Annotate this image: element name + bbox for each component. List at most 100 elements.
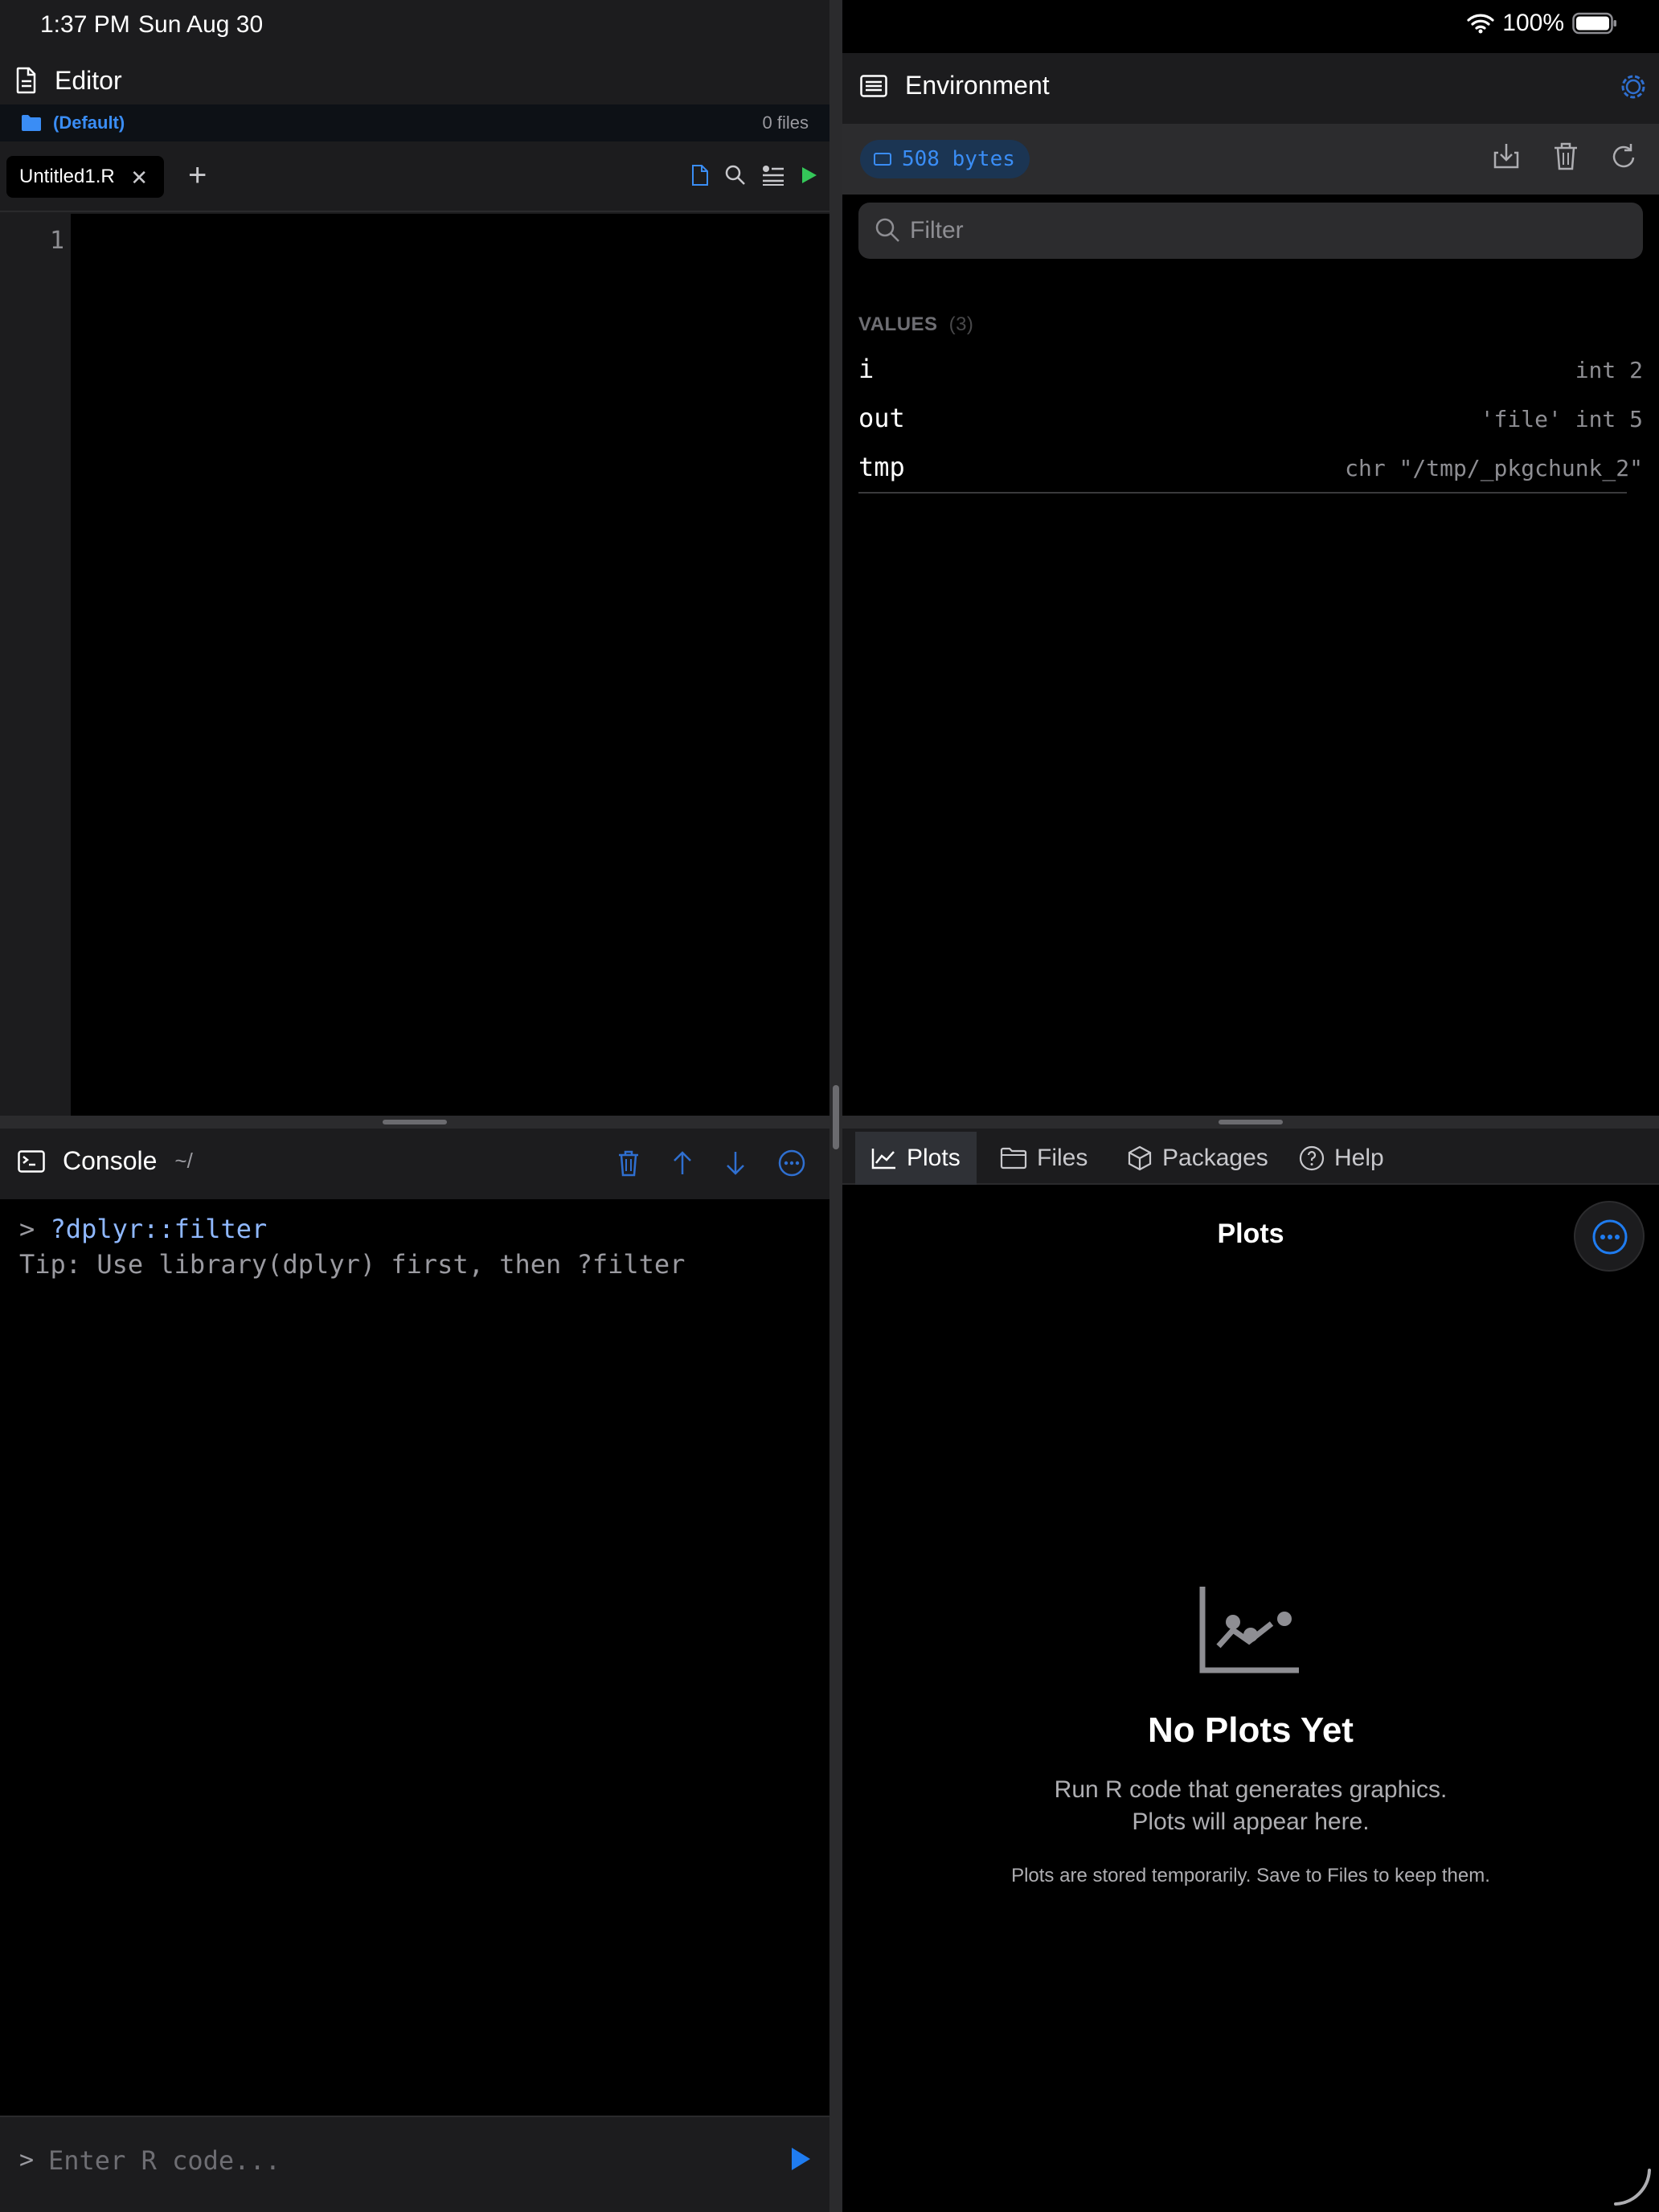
variable-value: chr "/tmp/_pkgchunk_2" — [1345, 455, 1643, 481]
editor-title: Editor — [55, 65, 122, 95]
empty-state-line-1: Run R code that generates graphics. — [1054, 1776, 1448, 1803]
variable-name: tmp — [858, 452, 905, 482]
close-icon[interactable]: ✕ — [130, 166, 148, 190]
r-code-input[interactable] — [19, 2138, 759, 2183]
console-title-group: Console ~/ — [18, 1146, 193, 1176]
status-bar: 1:37 PM Sun Aug 30 100% — [0, 0, 1659, 50]
variable-name: i — [858, 354, 875, 384]
split-grip[interactable] — [383, 1120, 447, 1124]
variable-value: int 2 — [1575, 357, 1643, 383]
search-icon — [875, 218, 899, 242]
outline-list-icon[interactable] — [762, 165, 784, 186]
project-name[interactable]: (Default) — [53, 113, 125, 133]
console-command: ?dplyr::filter — [50, 1214, 268, 1244]
status-date: Sun Aug 30 — [138, 11, 264, 38]
refresh-icon[interactable] — [1611, 141, 1638, 170]
empty-chart-icon — [1199, 1587, 1299, 1673]
battery-percent: 100% — [1502, 10, 1564, 36]
code-editor[interactable] — [71, 214, 830, 1116]
console-prompt: > — [19, 1214, 35, 1244]
trash-icon[interactable] — [617, 1149, 640, 1177]
console-path: ~/ — [174, 1149, 193, 1173]
editor-toolbar — [691, 164, 818, 186]
memory-chip-icon — [874, 153, 891, 166]
arrow-up-icon[interactable] — [672, 1150, 693, 1176]
environment-title-group: Environment — [860, 71, 1050, 100]
environment-header: Environment — [842, 53, 1659, 124]
console-title: Console — [63, 1146, 158, 1175]
split-grip[interactable] — [1219, 1120, 1283, 1124]
package-box-icon — [1128, 1145, 1152, 1171]
filter-input[interactable] — [910, 212, 1617, 249]
variable-row[interactable]: tmp chr "/tmp/_pkgchunk_2" — [858, 445, 1643, 494]
values-label: VALUES — [858, 313, 938, 335]
environment-plots-splitter[interactable] — [842, 1116, 1659, 1129]
gear-icon[interactable] — [1619, 72, 1648, 101]
variable-row[interactable]: i int 2 — [858, 347, 1643, 395]
console-input-bar: > — [0, 2116, 830, 2212]
tab-plots[interactable]: Plots — [855, 1132, 977, 1185]
environment-actions — [1492, 141, 1638, 170]
wifi-icon — [1467, 14, 1494, 34]
trash-icon[interactable] — [1553, 141, 1579, 170]
plots-title: Plots — [1217, 1219, 1284, 1249]
tab-plots-label: Plots — [907, 1145, 961, 1171]
empty-state-line-2: Plots will appear here. — [1132, 1809, 1370, 1835]
status-right: 100% — [1467, 10, 1617, 37]
values-count: (3) — [948, 313, 974, 335]
memory-badge: 508 bytes — [860, 140, 1030, 178]
editor-tabbar: Untitled1.R ✕ + — [0, 141, 830, 212]
console-output[interactable]: > ?dplyr::filter Tip: Use library(dplyr)… — [0, 1199, 830, 2116]
tab-packages-label: Packages — [1162, 1145, 1268, 1171]
values-section-header: VALUES (3) — [858, 313, 973, 336]
plots-more-button[interactable] — [1574, 1201, 1645, 1272]
more-options-icon — [1592, 1219, 1628, 1255]
tab-help[interactable]: Help — [1283, 1132, 1400, 1185]
console-toolbar — [617, 1149, 805, 1177]
tab-untitled1[interactable]: Untitled1.R ✕ — [6, 156, 164, 198]
send-play-icon[interactable] — [789, 2146, 812, 2172]
variable-row[interactable]: out 'file' int 5 — [858, 396, 1643, 444]
document-icon — [16, 67, 36, 94]
environment-title: Environment — [905, 71, 1050, 100]
folder-icon — [1000, 1147, 1027, 1169]
console-header: Console ~/ — [0, 1129, 830, 1199]
more-options-icon[interactable] — [778, 1149, 805, 1177]
column-divider[interactable] — [830, 0, 842, 2212]
editor-console-splitter[interactable] — [0, 1116, 830, 1129]
right-column: Environment 508 bytes Filter VALUES (3) … — [842, 0, 1659, 2212]
list-window-icon — [860, 74, 887, 97]
new-file-icon[interactable] — [691, 164, 709, 186]
tab-files-label: Files — [1037, 1145, 1088, 1171]
tab-label: Untitled1.R — [19, 166, 115, 187]
help-question-icon — [1299, 1145, 1325, 1171]
line-number: 1 — [49, 227, 64, 255]
chart-line-icon — [871, 1149, 895, 1169]
run-play-icon[interactable] — [801, 166, 818, 185]
console-command-line: > ?dplyr::filter — [19, 1214, 267, 1244]
search-icon[interactable] — [725, 165, 746, 186]
editor-header: Editor — [16, 63, 122, 98]
filter-field[interactable] — [858, 203, 1643, 259]
pane-tabbar: Plots Files Packages Help — [842, 1129, 1659, 1185]
import-icon[interactable] — [1492, 141, 1521, 170]
tab-files[interactable]: Files — [984, 1132, 1104, 1185]
project-bar[interactable]: (Default) 0 files — [0, 104, 830, 141]
empty-state-note: Plots are stored temporarily. Save to Fi… — [1011, 1865, 1490, 1886]
empty-state-title: No Plots Yet — [1148, 1710, 1354, 1750]
terminal-icon — [18, 1149, 45, 1173]
tab-packages[interactable]: Packages — [1111, 1132, 1284, 1185]
variable-value: 'file' int 5 — [1480, 406, 1643, 432]
row-separator — [858, 492, 1627, 494]
environment-toolbar: 508 bytes — [842, 124, 1659, 195]
arrow-down-icon[interactable] — [725, 1150, 746, 1176]
environment-body: VALUES (3) i int 2 out 'file' int 5 tmp c… — [842, 195, 1659, 1116]
folder-icon — [22, 115, 41, 131]
divider-grip[interactable] — [833, 1085, 839, 1149]
new-tab-button[interactable]: + — [188, 158, 207, 193]
tab-help-label: Help — [1334, 1145, 1384, 1171]
line-gutter: 1 — [0, 214, 71, 1116]
battery-icon — [1572, 12, 1616, 35]
resize-corner-icon[interactable] — [1611, 2165, 1653, 2207]
left-column: Editor (Default) 0 files Untitled1.R ✕ + — [0, 0, 830, 2212]
